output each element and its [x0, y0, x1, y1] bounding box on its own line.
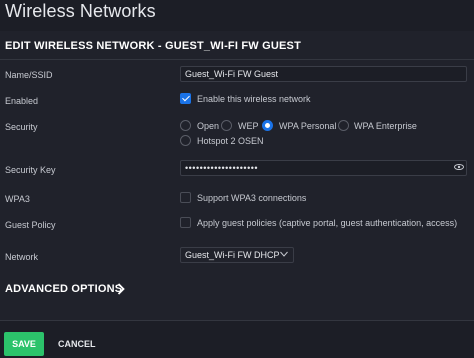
- security-option-wpa-personal[interactable]: WPA Personal: [279, 121, 336, 131]
- chevron-down-icon: [280, 251, 288, 257]
- save-button[interactable]: SAVE: [4, 332, 44, 356]
- guest-policy-checkbox-label[interactable]: Apply guest policies (captive portal, gu…: [197, 218, 457, 228]
- security-label: Security: [5, 122, 38, 132]
- eye-icon[interactable]: [454, 164, 464, 170]
- enabled-checkbox-label[interactable]: Enable this wireless network: [197, 94, 311, 104]
- footer-divider: [0, 320, 474, 321]
- page-title: Wireless Networks: [5, 1, 156, 21]
- security-key-input[interactable]: ••••••••••••••••••••: [180, 160, 467, 176]
- guest-policy-checkbox[interactable]: [180, 217, 191, 228]
- network-select[interactable]: Guest_Wi-Fi FW DHCP: [180, 247, 294, 263]
- cancel-button[interactable]: CANCEL: [58, 332, 96, 356]
- security-radio-open[interactable]: [180, 120, 191, 131]
- security-radio-wep[interactable]: [221, 120, 232, 131]
- security-option-wep[interactable]: WEP: [238, 121, 259, 131]
- panel-header: EDIT WIRELESS NETWORK - GUEST_WI-FI FW G…: [5, 40, 302, 52]
- security-option-hotspot[interactable]: Hotspot 2 OSEN: [197, 136, 264, 146]
- name-label: Name/SSID: [5, 70, 53, 80]
- security-radio-hotspot[interactable]: [180, 135, 191, 146]
- wpa3-checkbox-label[interactable]: Support WPA3 connections: [197, 193, 306, 203]
- network-select-value: Guest_Wi-Fi FW DHCP: [185, 250, 280, 260]
- guest-policy-label: Guest Policy: [5, 220, 56, 230]
- chevron-right-icon[interactable]: [117, 283, 125, 295]
- advanced-options-toggle[interactable]: ADVANCED OPTIONS: [5, 283, 122, 295]
- network-label: Network: [5, 252, 39, 262]
- security-option-open[interactable]: Open: [197, 121, 219, 131]
- enabled-checkbox[interactable]: [180, 93, 191, 104]
- security-radio-wpa-enterprise[interactable]: [338, 120, 349, 131]
- security-key-label: Security Key: [5, 165, 56, 175]
- ssid-input[interactable]: Guest_Wi-Fi FW Guest: [180, 66, 467, 82]
- wpa3-label: WPA3: [5, 194, 30, 204]
- security-radio-wpa-personal[interactable]: [262, 120, 273, 131]
- security-option-wpa-enterprise[interactable]: WPA Enterprise: [354, 121, 417, 131]
- divider: [0, 59, 474, 60]
- enabled-label: Enabled: [5, 96, 39, 106]
- wpa3-checkbox[interactable]: [180, 192, 191, 203]
